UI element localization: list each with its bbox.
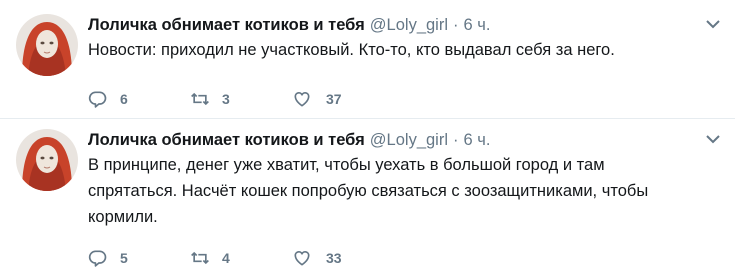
- like-button[interactable]: 33: [292, 248, 394, 268]
- retweet-icon: [191, 251, 209, 265]
- tweet[interactable]: Лоличка обнимает котиков и тебя @Loly_gi…: [0, 0, 735, 118]
- separator-dot: ·: [453, 16, 459, 34]
- tweet-actions: 5 4 33: [88, 248, 719, 268]
- retweet-button[interactable]: 4: [190, 248, 292, 268]
- reply-icon: [88, 250, 107, 267]
- tweet-text: В принципе, денег уже хватит, чтобы уеха…: [88, 152, 719, 230]
- tweet[interactable]: Лоличка обнимает котиков и тебя @Loly_gi…: [0, 118, 735, 272]
- chevron-down-icon[interactable]: [705, 16, 721, 32]
- reply-button[interactable]: 6: [88, 89, 190, 109]
- tweet-header: Лоличка обнимает котиков и тебя @Loly_gi…: [88, 14, 719, 36]
- tweet-header: Лоличка обнимает котиков и тебя @Loly_gi…: [88, 129, 719, 151]
- avatar[interactable]: [16, 129, 78, 191]
- retweet-icon: [191, 92, 209, 106]
- tweet-actions: 6 3 37: [88, 89, 719, 109]
- chevron-down-icon[interactable]: [705, 131, 721, 147]
- retweet-button[interactable]: 3: [190, 89, 292, 109]
- reply-count: 5: [120, 250, 128, 266]
- like-count: 37: [326, 91, 342, 107]
- timestamp[interactable]: 6 ч.: [464, 129, 491, 151]
- reply-count: 6: [120, 91, 128, 107]
- tweet-text-line: спрятаться. Насчёт кошек попробую связат…: [88, 182, 649, 200]
- avatar-image: [16, 14, 78, 76]
- like-count: 33: [326, 250, 342, 266]
- display-name[interactable]: Лоличка обнимает котиков и тебя: [88, 14, 365, 36]
- like-button[interactable]: 37: [292, 89, 394, 109]
- avatar[interactable]: [16, 14, 78, 76]
- avatar-image: [16, 129, 78, 191]
- display-name[interactable]: Лоличка обнимает котиков и тебя: [88, 129, 365, 151]
- reply-icon: [88, 91, 107, 108]
- reply-button[interactable]: 5: [88, 248, 190, 268]
- user-handle[interactable]: @Loly_girl: [370, 14, 448, 36]
- tweet-text-line: В принципе, денег уже хватит, чтобы уеха…: [88, 156, 605, 174]
- like-icon: [294, 250, 310, 266]
- tweet-text: Новости: приходил не участковый. Кто-то,…: [88, 41, 615, 59]
- user-handle[interactable]: @Loly_girl: [370, 129, 448, 151]
- tweet-text-line: кормили.: [88, 208, 158, 226]
- retweet-count: 3: [222, 91, 230, 107]
- timestamp[interactable]: 6 ч.: [464, 14, 491, 36]
- separator-dot: ·: [453, 131, 459, 149]
- like-icon: [294, 91, 310, 107]
- retweet-count: 4: [222, 250, 230, 266]
